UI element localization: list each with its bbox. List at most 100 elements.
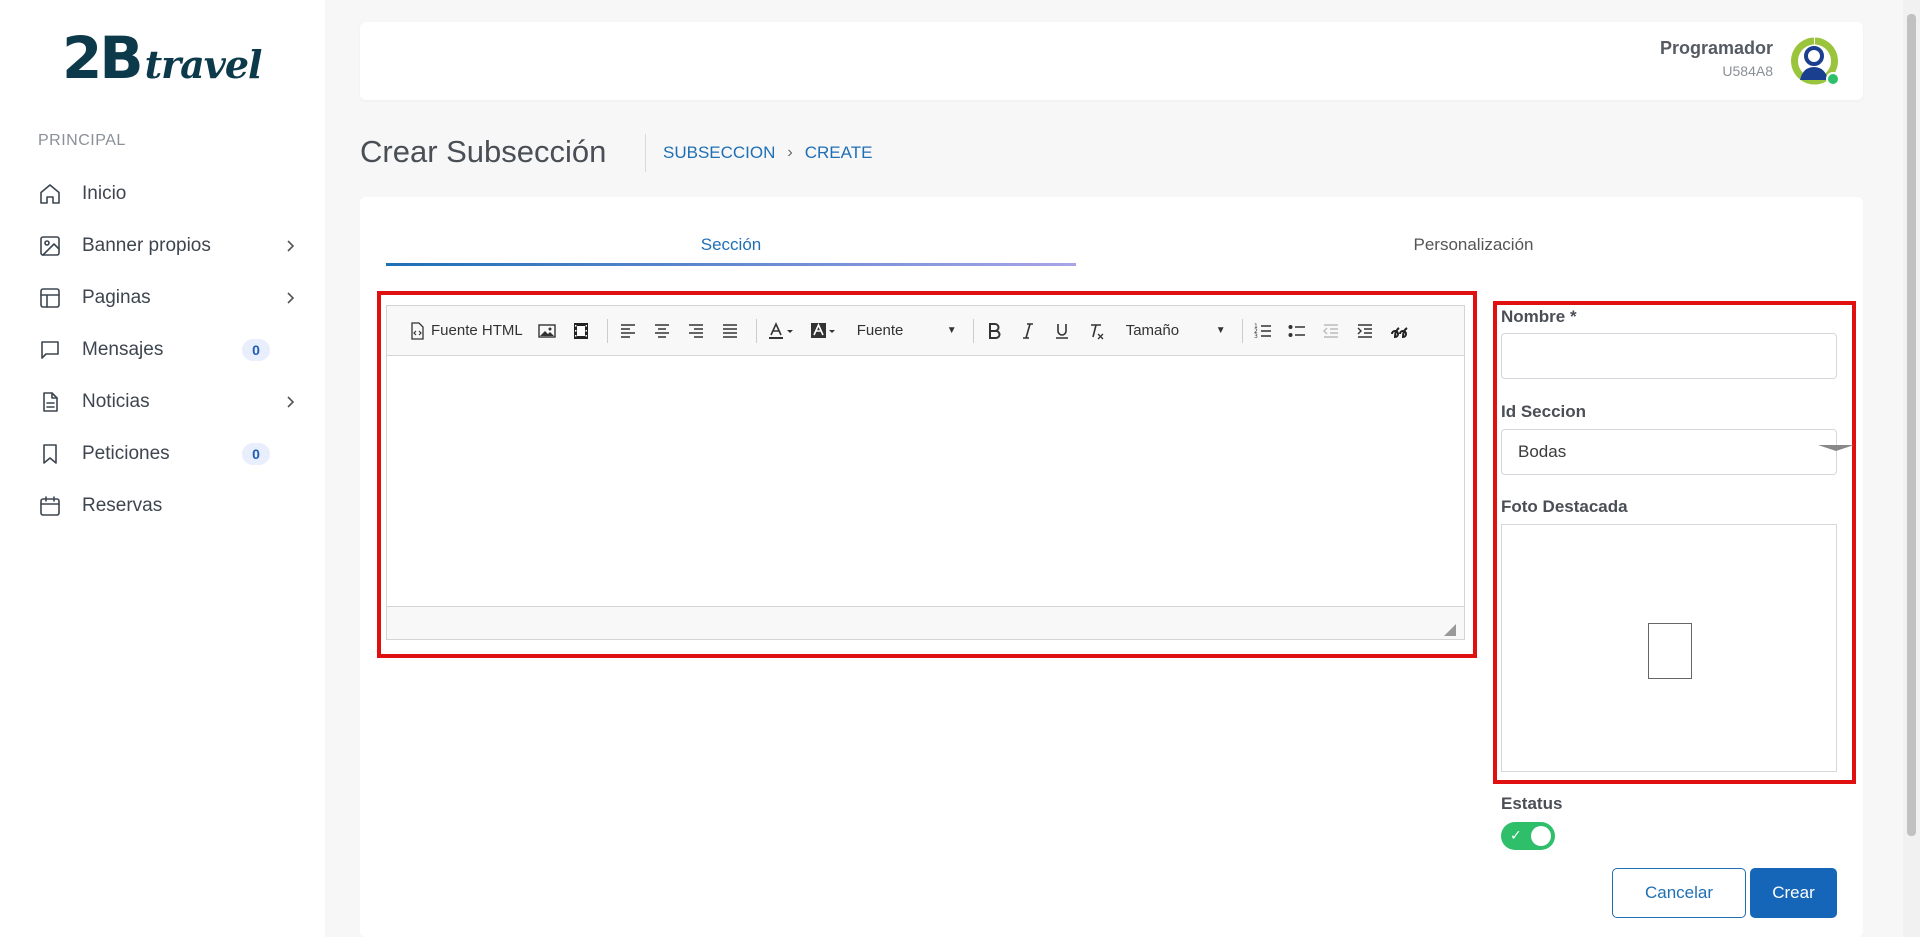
sidebar-item-mensajes[interactable]: Mensajes 0 [0,324,325,376]
resize-handle-icon[interactable] [1444,623,1456,636]
italic-button[interactable] [1014,316,1042,346]
editor-content-area[interactable] [387,356,1464,606]
sidebar-item-label: Inicio [82,183,127,204]
bullet-list-icon [1288,324,1305,337]
sidebar-item-banner-propios[interactable]: Banner propios [0,220,325,272]
size-select[interactable]: Tamaño ▼ [1116,316,1236,346]
align-right-icon [688,323,703,338]
bookmark-icon [38,442,62,466]
ordered-list-button[interactable]: 123 [1249,316,1277,346]
image-icon [38,234,62,258]
sidebar-item-paginas[interactable]: Paginas [0,272,325,324]
breadcrumb-item-create[interactable]: CREATE [805,143,873,163]
id-seccion-selected-value: Bodas [1518,442,1567,461]
caret-down-icon: ▼ [1215,325,1226,336]
sidebar-item-peticiones[interactable]: Peticiones 0 [0,428,325,480]
font-select[interactable]: Fuente ▼ [847,316,967,346]
logo-big: 2B [62,24,144,92]
sidebar-item-label: Peticiones [82,443,170,464]
breadcrumb: SUBSECCION › CREATE [663,143,872,163]
align-justify-icon [722,323,737,338]
tab-personalizacion[interactable]: Personalización [1111,235,1836,255]
chevron-right-icon [282,238,298,254]
indent-button[interactable] [1351,316,1379,346]
id-seccion-label: Id Seccion [1501,402,1587,421]
blockquote-button[interactable] [1385,316,1413,346]
estatus-toggle[interactable]: ✓ [1501,822,1555,850]
nombre-label: Nombre * [1501,307,1577,326]
underline-button[interactable] [1048,316,1076,346]
caret-down-icon: ▼ [946,325,957,336]
toolbar-divider [606,318,608,343]
align-left-button[interactable] [614,316,642,346]
toolbar-divider [755,318,757,343]
tab-seccion[interactable]: Sección [386,235,1076,255]
sidebar-item-label: Reservas [82,495,163,516]
breadcrumb-item-subseccion[interactable]: SUBSECCION [663,143,775,163]
sidebar-item-noticias[interactable]: Noticias [0,376,325,428]
toggle-knob [1531,826,1551,846]
sidebar-section-label: PRINCIPAL [38,132,126,149]
outdent-icon [1322,323,1338,338]
foto-destacada-label: Foto Destacada [1501,497,1628,516]
check-icon: ✓ [1510,827,1522,843]
caret-down-icon [1818,445,1854,451]
underline-icon [1055,323,1068,339]
font-select-label: Fuente [856,322,904,339]
sidebar-item-label: Noticias [82,391,150,412]
source-html-label: Fuente HTML [431,322,523,339]
background-color-button[interactable] [805,316,841,346]
ordered-list-icon: 123 [1254,323,1271,340]
brand-logo[interactable]: 2B travel [62,24,263,92]
clear-format-icon [1090,323,1104,339]
create-button[interactable]: Crear [1750,868,1837,918]
bold-icon [988,322,1001,339]
nombre-input[interactable] [1501,333,1837,379]
clear-format-button[interactable] [1082,316,1110,346]
sidebar-item-inicio[interactable]: Inicio [0,168,325,220]
user-name: Programador [1659,38,1773,58]
sidebar-item-reservas[interactable]: Reservas [0,480,325,532]
page-scrollbar[interactable] [1903,0,1920,937]
toolbar-divider [1241,318,1243,343]
align-right-button[interactable] [682,316,710,346]
code-file-icon [411,321,424,340]
layout-icon [38,286,62,310]
indent-icon [1357,323,1372,338]
page-title: Crear Subsección [360,134,607,169]
insert-video-button[interactable] [567,316,595,346]
bold-button[interactable] [980,316,1008,346]
bullet-list-button[interactable] [1283,316,1311,346]
image-icon [538,323,556,338]
align-justify-button[interactable] [716,316,744,346]
chevron-right-icon [282,290,298,306]
cancel-button[interactable]: Cancelar [1612,868,1746,918]
foto-dropzone[interactable] [1501,524,1837,772]
user-avatar-icon[interactable] [1789,35,1841,87]
align-center-icon [654,323,669,338]
count-badge: 0 [242,339,270,361]
italic-icon [1022,322,1033,339]
text-color-button[interactable] [763,316,799,346]
insert-image-button[interactable] [533,316,561,346]
top-bar: Programador U584A8 [360,22,1863,100]
document-icon [38,390,62,414]
home-icon [38,182,62,206]
calendar-icon [38,494,62,518]
source-html-button[interactable]: Fuente HTML [403,316,527,346]
file-placeholder-icon [1648,623,1692,679]
user-code: U584A8 [1722,63,1773,79]
scrollbar-thumb[interactable] [1907,14,1916,836]
svg-text:3: 3 [1254,333,1258,340]
user-info[interactable]: Programador U584A8 [1660,38,1773,79]
sidebar: 2B travel PRINCIPAL Inicio Banner propio… [0,0,325,937]
sidebar-item-label: Paginas [82,287,151,308]
film-icon [573,322,588,339]
logo-small: travel [144,42,263,87]
breadcrumb-divider [645,134,646,172]
outdent-button[interactable] [1317,316,1345,346]
rich-text-editor: Fuente HTML Fuente ▼ Tamaño ▼ 1 2 3 [386,305,1465,640]
size-select-label: Tamaño [1125,322,1180,339]
id-seccion-select[interactable]: Bodas [1501,429,1837,475]
align-center-button[interactable] [648,316,676,346]
